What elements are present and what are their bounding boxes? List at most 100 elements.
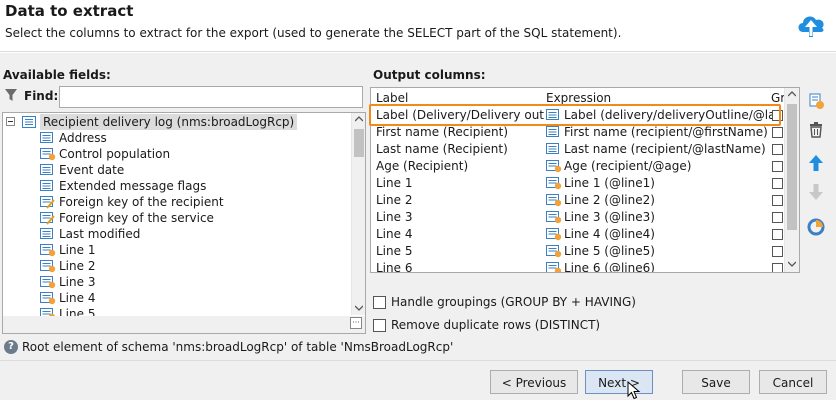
tree-item-label: Line 3: [59, 275, 96, 289]
computed-field-icon: [40, 148, 56, 165]
grid-scroll-up-icon[interactable]: [788, 91, 796, 97]
move-up-icon[interactable]: [805, 152, 827, 174]
grid-scroll-down-icon[interactable]: [788, 261, 796, 267]
cancel-button[interactable]: Cancel: [759, 370, 827, 394]
foreign-key-icon: [40, 196, 56, 213]
field-list-icon: [40, 228, 56, 245]
tree-scrollbar[interactable]: [351, 113, 365, 315]
help-icon: ?: [4, 340, 18, 354]
group-checkbox[interactable]: [772, 263, 783, 272]
foreign-key-icon: [40, 212, 56, 229]
table-row[interactable]: Line 3 Line 3 (@line3): [371, 209, 783, 226]
scroll-up-icon[interactable]: [355, 116, 363, 122]
field-list-icon: [40, 180, 56, 197]
available-fields-tree[interactable]: Recipient delivery log (nms:broadLogRcp)…: [2, 112, 366, 334]
scroll-down-icon[interactable]: [355, 305, 363, 311]
group-checkbox[interactable]: [772, 161, 783, 172]
cloud-upload-icon: [798, 16, 824, 37]
save-button[interactable]: Save: [682, 370, 750, 394]
tree-item-label: Line 2: [59, 259, 96, 273]
row-expression[interactable]: Line 6 (@line6): [564, 260, 772, 272]
tree-item-label: Foreign key of the service: [59, 211, 214, 225]
field-list-icon: [40, 132, 56, 149]
distinct-label: Remove duplicate rows (DISTINCT): [391, 318, 601, 332]
group-checkbox[interactable]: [772, 178, 783, 189]
row-expression[interactable]: Line 1 (@line1): [564, 175, 772, 192]
page-title: Data to extract: [5, 2, 134, 20]
table-icon: [22, 116, 36, 128]
highlighted-row: [369, 104, 781, 126]
table-row[interactable]: First name (Recipient) First name (recipi…: [371, 124, 783, 141]
table-row[interactable]: Line 5 Line 5 (@line5): [371, 243, 783, 260]
distinct-checkbox[interactable]: [373, 319, 386, 332]
table-row[interactable]: Line 1 Line 1 (@line1): [371, 175, 783, 192]
tree-item-label: Line 4: [59, 291, 96, 305]
tree-item-label: Event date: [59, 163, 125, 177]
row-label[interactable]: Line 5: [376, 243, 544, 260]
move-down-icon[interactable]: [805, 181, 827, 203]
computed-field-icon: [546, 262, 562, 272]
row-label[interactable]: Line 1: [376, 175, 544, 192]
row-label[interactable]: Last name (Recipient): [376, 141, 544, 158]
tree-scroll-thumb[interactable]: [354, 129, 364, 157]
row-expression[interactable]: Line 3 (@line3): [564, 209, 772, 226]
row-label[interactable]: Line 6: [376, 260, 544, 272]
table-row[interactable]: Age (Recipient) Age (recipient/@age): [371, 158, 783, 175]
row-label[interactable]: Line 3: [376, 209, 544, 226]
row-expression[interactable]: Line 4 (@line4): [564, 226, 772, 243]
add-column-icon[interactable]: [805, 90, 827, 112]
info-text: Root element of schema 'nms:broadLogRcp'…: [22, 340, 454, 354]
row-expression[interactable]: Age (recipient/@age): [564, 158, 772, 175]
row-expression[interactable]: Line 5 (@line5): [564, 243, 772, 260]
field-list-icon: [40, 164, 56, 181]
mouse-cursor-icon: [627, 381, 641, 400]
find-label: Find:: [24, 89, 59, 103]
header-expression[interactable]: Expression: [546, 91, 611, 105]
row-expression[interactable]: First name (recipient/@firstName): [564, 124, 772, 141]
group-checkbox[interactable]: [772, 144, 783, 155]
tree-item-label: Control population: [59, 147, 171, 161]
grid-scrollbar[interactable]: [784, 88, 799, 272]
computed-field-icon: [40, 244, 56, 261]
next-button[interactable]: Next >: [585, 370, 653, 394]
group-checkbox[interactable]: [772, 246, 783, 257]
available-fields-label: Available fields:: [3, 68, 111, 82]
table-row[interactable]: Line 4 Line 4 (@line4): [371, 226, 783, 243]
tree-item-label: Foreign key of the recipient: [59, 195, 224, 209]
computed-field-icon: [40, 292, 56, 309]
find-input[interactable]: [59, 86, 363, 108]
table-row[interactable]: Line 2 Line 2 (@line2): [371, 192, 783, 209]
collapse-icon[interactable]: [6, 117, 15, 126]
output-columns-label: Output columns:: [373, 68, 486, 82]
tree-item-label: Address: [59, 131, 107, 145]
group-checkbox[interactable]: [772, 229, 783, 240]
computed-field-icon: [40, 260, 56, 277]
row-expression[interactable]: Last name (recipient/@lastName): [564, 141, 772, 158]
filter-icon: [5, 89, 17, 101]
groupings-checkbox[interactable]: [373, 296, 386, 309]
row-label[interactable]: Line 2: [376, 192, 544, 209]
group-checkbox[interactable]: [772, 195, 783, 206]
row-label[interactable]: Line 4: [376, 226, 544, 243]
table-row[interactable]: Line 6 Line 6 (@line6): [371, 260, 783, 272]
row-expression[interactable]: Line 2 (@line2): [564, 192, 772, 209]
row-label[interactable]: First name (Recipient): [376, 124, 544, 141]
tree-footer: ···: [2, 316, 366, 334]
previous-button[interactable]: < Previous: [490, 370, 578, 394]
tree-root-label[interactable]: Recipient delivery log (nms:broadLogRcp): [40, 114, 298, 130]
distribution-icon[interactable]: [805, 216, 827, 238]
header-label[interactable]: Label: [376, 91, 408, 105]
tree-item-label: Extended message flags: [59, 179, 207, 193]
group-checkbox[interactable]: [772, 127, 783, 138]
row-label[interactable]: Age (Recipient): [376, 158, 544, 175]
tree-item-label: Line 1: [59, 243, 96, 257]
grid-scroll-thumb[interactable]: [787, 104, 797, 230]
more-options-button[interactable]: ···: [350, 317, 362, 329]
tree-item-label: Last modified: [59, 227, 141, 241]
table-row[interactable]: Last name (Recipient) Last name (recipien…: [371, 141, 783, 158]
groupings-label: Handle groupings (GROUP BY + HAVING): [391, 295, 636, 309]
header: Data to extract Select the columns to ex…: [0, 0, 836, 52]
page-subtitle: Select the columns to extract for the ex…: [5, 26, 622, 40]
group-checkbox[interactable]: [772, 212, 783, 223]
trash-icon[interactable]: [805, 119, 827, 141]
